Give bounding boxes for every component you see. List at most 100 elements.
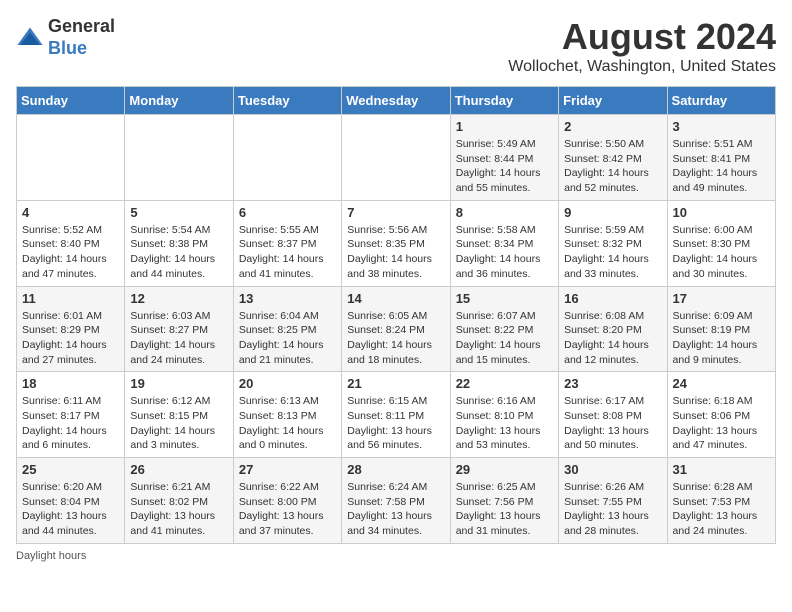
day-info: Sunrise: 6:21 AM Sunset: 8:02 PM Dayligh… xyxy=(130,480,227,539)
weekday-header: Friday xyxy=(559,87,667,115)
day-info: Sunrise: 6:26 AM Sunset: 7:55 PM Dayligh… xyxy=(564,480,661,539)
calendar-cell: 27Sunrise: 6:22 AM Sunset: 8:00 PM Dayli… xyxy=(233,458,341,544)
day-number: 29 xyxy=(456,462,553,477)
day-info: Sunrise: 6:16 AM Sunset: 8:10 PM Dayligh… xyxy=(456,394,553,453)
calendar-cell: 26 Sunrise: 6:21 AM Sunset: 8:02 PM Dayli… xyxy=(125,458,233,544)
day-info: Sunrise: 5:50 AM Sunset: 8:42 PM Dayligh… xyxy=(564,137,661,196)
day-info: Sunrise: 6:15 AM Sunset: 8:11 PM Dayligh… xyxy=(347,394,444,453)
calendar-cell: 9 Sunrise: 5:59 AM Sunset: 8:32 PM Daylig… xyxy=(559,200,667,286)
logo-line2: Blue xyxy=(48,38,115,60)
day-info: Sunrise: 6:24 AM Sunset: 7:58 PM Dayligh… xyxy=(347,480,444,539)
day-number: 16 xyxy=(564,291,661,306)
day-number: 17 xyxy=(673,291,770,306)
calendar-cell xyxy=(233,115,341,201)
day-number: 20 xyxy=(239,376,336,391)
day-number: 15 xyxy=(456,291,553,306)
calendar-cell: 22Sunrise: 6:16 AM Sunset: 8:10 PM Dayli… xyxy=(450,372,558,458)
calendar-cell: 6 Sunrise: 5:55 AM Sunset: 8:37 PM Daylig… xyxy=(233,200,341,286)
weekday-header: Sunday xyxy=(17,87,125,115)
calendar-cell: 29Sunrise: 6:25 AM Sunset: 7:56 PM Dayli… xyxy=(450,458,558,544)
day-info: Sunrise: 5:59 AM Sunset: 8:32 PM Dayligh… xyxy=(564,223,661,282)
location-title: Wollochet, Washington, United States xyxy=(508,58,776,76)
day-number: 6 xyxy=(239,205,336,220)
calendar-week-row: 18 Sunrise: 6:11 AM Sunset: 8:17 PM Dayli… xyxy=(17,372,776,458)
day-number: 14 xyxy=(347,291,444,306)
calendar-cell: 1Sunrise: 5:49 AM Sunset: 8:44 PM Daylig… xyxy=(450,115,558,201)
calendar-cell: 2 Sunrise: 5:50 AM Sunset: 8:42 PM Daylig… xyxy=(559,115,667,201)
calendar-cell xyxy=(125,115,233,201)
day-number: 13 xyxy=(239,291,336,306)
calendar-cell: 12Sunrise: 6:03 AM Sunset: 8:27 PM Dayli… xyxy=(125,286,233,372)
calendar-cell: 23 Sunrise: 6:17 AM Sunset: 8:08 PM Dayli… xyxy=(559,372,667,458)
day-number: 19 xyxy=(130,376,227,391)
day-number: 31 xyxy=(673,462,770,477)
day-number: 24 xyxy=(673,376,770,391)
calendar-cell: 17Sunrise: 6:09 AM Sunset: 8:19 PM Dayli… xyxy=(667,286,775,372)
day-info: Sunrise: 5:52 AM Sunset: 8:40 PM Dayligh… xyxy=(22,223,119,282)
calendar-cell: 18 Sunrise: 6:11 AM Sunset: 8:17 PM Dayli… xyxy=(17,372,125,458)
logo: General Blue xyxy=(16,16,115,59)
day-info: Sunrise: 5:58 AM Sunset: 8:34 PM Dayligh… xyxy=(456,223,553,282)
day-info: Sunrise: 6:11 AM Sunset: 8:17 PM Dayligh… xyxy=(22,394,119,453)
day-info: Sunrise: 6:20 AM Sunset: 8:04 PM Dayligh… xyxy=(22,480,119,539)
day-number: 28 xyxy=(347,462,444,477)
calendar-cell: 7Sunrise: 5:56 AM Sunset: 8:35 PM Daylig… xyxy=(342,200,450,286)
day-number: 8 xyxy=(456,205,553,220)
calendar-cell: 8 Sunrise: 5:58 AM Sunset: 8:34 PM Daylig… xyxy=(450,200,558,286)
calendar-cell: 21 Sunrise: 6:15 AM Sunset: 8:11 PM Dayli… xyxy=(342,372,450,458)
day-number: 27 xyxy=(239,462,336,477)
day-number: 18 xyxy=(22,376,119,391)
day-info: Sunrise: 6:12 AM Sunset: 8:15 PM Dayligh… xyxy=(130,394,227,453)
header: General Blue August 2024 Wollochet, Wash… xyxy=(16,16,776,76)
day-number: 23 xyxy=(564,376,661,391)
weekday-header: Tuesday xyxy=(233,87,341,115)
weekday-header: Monday xyxy=(125,87,233,115)
calendar-cell: 15 Sunrise: 6:07 AM Sunset: 8:22 PM Dayli… xyxy=(450,286,558,372)
day-info: Sunrise: 6:18 AM Sunset: 8:06 PM Dayligh… xyxy=(673,394,770,453)
month-title: August 2024 xyxy=(508,16,776,58)
calendar-cell: 31 Sunrise: 6:28 AM Sunset: 7:53 PM Dayli… xyxy=(667,458,775,544)
calendar-cell: 28 Sunrise: 6:24 AM Sunset: 7:58 PM Dayli… xyxy=(342,458,450,544)
day-number: 30 xyxy=(564,462,661,477)
day-number: 4 xyxy=(22,205,119,220)
calendar-cell: 5Sunrise: 5:54 AM Sunset: 8:38 PM Daylig… xyxy=(125,200,233,286)
calendar-cell: 3Sunrise: 5:51 AM Sunset: 8:41 PM Daylig… xyxy=(667,115,775,201)
day-info: Sunrise: 6:04 AM Sunset: 8:25 PM Dayligh… xyxy=(239,309,336,368)
day-number: 21 xyxy=(347,376,444,391)
day-number: 2 xyxy=(564,119,661,134)
day-info: Sunrise: 6:08 AM Sunset: 8:20 PM Dayligh… xyxy=(564,309,661,368)
calendar-cell: 14Sunrise: 6:05 AM Sunset: 8:24 PM Dayli… xyxy=(342,286,450,372)
logo-icon xyxy=(16,24,44,52)
calendar-cell: 11Sunrise: 6:01 AM Sunset: 8:29 PM Dayli… xyxy=(17,286,125,372)
day-number: 5 xyxy=(130,205,227,220)
day-number: 26 xyxy=(130,462,227,477)
calendar-cell: 13 Sunrise: 6:04 AM Sunset: 8:25 PM Dayli… xyxy=(233,286,341,372)
weekday-header: Wednesday xyxy=(342,87,450,115)
day-number: 7 xyxy=(347,205,444,220)
day-number: 9 xyxy=(564,205,661,220)
day-info: Sunrise: 6:17 AM Sunset: 8:08 PM Dayligh… xyxy=(564,394,661,453)
calendar-week-row: 4 Sunrise: 5:52 AM Sunset: 8:40 PM Daylig… xyxy=(17,200,776,286)
calendar-week-row: 1Sunrise: 5:49 AM Sunset: 8:44 PM Daylig… xyxy=(17,115,776,201)
calendar-header-row: SundayMondayTuesdayWednesdayThursdayFrid… xyxy=(17,87,776,115)
logo-text: General Blue xyxy=(48,16,115,59)
calendar-cell: 4 Sunrise: 5:52 AM Sunset: 8:40 PM Daylig… xyxy=(17,200,125,286)
day-info: Sunrise: 5:49 AM Sunset: 8:44 PM Dayligh… xyxy=(456,137,553,196)
title-area: August 2024 Wollochet, Washington, Unite… xyxy=(508,16,776,76)
day-info: Sunrise: 6:01 AM Sunset: 8:29 PM Dayligh… xyxy=(22,309,119,368)
footer-note: Daylight hours xyxy=(16,550,776,562)
day-info: Sunrise: 6:03 AM Sunset: 8:27 PM Dayligh… xyxy=(130,309,227,368)
logo-line1: General xyxy=(48,16,115,38)
calendar-cell: 16 Sunrise: 6:08 AM Sunset: 8:20 PM Dayli… xyxy=(559,286,667,372)
calendar: SundayMondayTuesdayWednesdayThursdayFrid… xyxy=(16,86,776,544)
day-number: 10 xyxy=(673,205,770,220)
day-info: Sunrise: 5:55 AM Sunset: 8:37 PM Dayligh… xyxy=(239,223,336,282)
calendar-week-row: 25 Sunrise: 6:20 AM Sunset: 8:04 PM Dayli… xyxy=(17,458,776,544)
day-info: Sunrise: 6:00 AM Sunset: 8:30 PM Dayligh… xyxy=(673,223,770,282)
calendar-cell xyxy=(342,115,450,201)
calendar-week-row: 11Sunrise: 6:01 AM Sunset: 8:29 PM Dayli… xyxy=(17,286,776,372)
day-info: Sunrise: 6:28 AM Sunset: 7:53 PM Dayligh… xyxy=(673,480,770,539)
calendar-cell: 10 Sunrise: 6:00 AM Sunset: 8:30 PM Dayli… xyxy=(667,200,775,286)
day-number: 25 xyxy=(22,462,119,477)
day-info: Sunrise: 6:07 AM Sunset: 8:22 PM Dayligh… xyxy=(456,309,553,368)
